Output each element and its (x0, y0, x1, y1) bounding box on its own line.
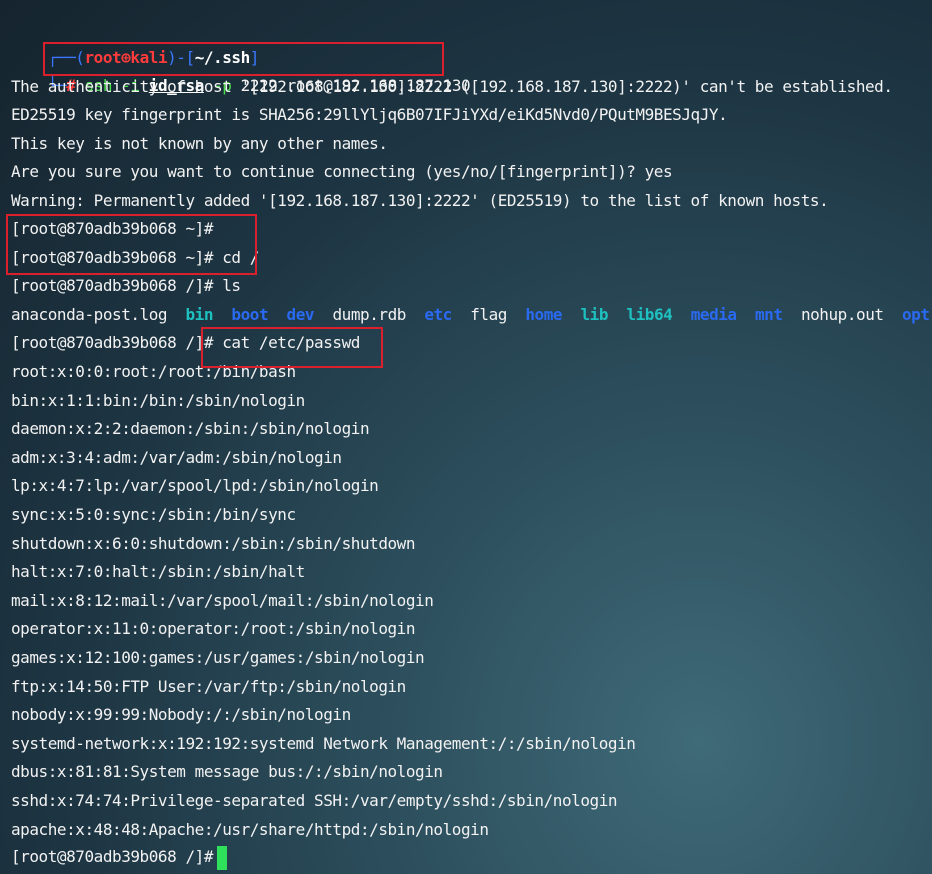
passwd-line: nobody:x:99:99:Nobody:/:/sbin/nologin (11, 705, 351, 725)
passwd-line: sshd:x:74:74:Privilege-separated SSH:/va… (11, 791, 618, 810)
passwd-line: bin:x:1:1:bin:/bin:/sbin/nologin (11, 390, 305, 410)
passwd-line: operator:x:11:0:operator:/root:/sbin/nol… (11, 619, 416, 639)
ssh-output-line: ED25519 key fingerprint is SHA256:29llYl… (11, 105, 728, 124)
ls-entry-dir: opt (901, 305, 930, 324)
passwd-line: dbus:x:81:81:System message bus:/:/sbin/… (11, 762, 443, 782)
passwd-line: games:x:12:100:games:/usr/games:/sbin/no… (11, 648, 425, 667)
kali-prompt-line: ┌──(root⊕kali)-[~/.ssh] (11, 16, 260, 67)
ls-entry-dir: home (525, 305, 563, 324)
ssh-output-line: Are you sure you want to continue connec… (11, 162, 673, 181)
ls-entry-file: flag (470, 305, 507, 324)
passwd-line: halt:x:7:0:halt:/sbin:/sbin/halt (11, 562, 305, 582)
highlight-box-ssh-command (43, 42, 444, 76)
ls-entry-link: lib (580, 305, 609, 324)
passwd-line: systemd-network:x:192:192:systemd Networ… (11, 733, 636, 753)
ls-entry-dir: mnt (755, 305, 783, 324)
terminal-cursor[interactable] (217, 846, 227, 870)
ssh-output-line: Warning: Permanently added '[192.168.187… (11, 191, 829, 210)
passwd-line: sync:x:5:0:sync:/sbin:/bin/sync (11, 505, 296, 524)
ls-entry-dir: etc (424, 305, 452, 324)
ssh-output-line: The authenticity of host '[192.168.187.1… (11, 77, 893, 96)
passwd-line: adm:x:3:4:adm:/var/adm:/sbin/nologin (11, 447, 342, 467)
passwd-line: ftp:x:14:50:FTP User:/var/ftp:/sbin/nolo… (11, 676, 406, 696)
passwd-line: lp:x:4:7:lp:/var/spool/lpd:/sbin/nologin (11, 476, 379, 496)
ls-output-line: anaconda-post.log bin boot dev dump.rdb … (11, 301, 930, 329)
ssh-output-line: This key is not known by any other names… (11, 134, 388, 153)
ls-entry-link: lib64 (626, 305, 673, 324)
ls-entry-file: nohup.out (800, 305, 884, 324)
remote-prompt-line: [root@870adb39b068 /]# ls (11, 276, 241, 295)
passwd-line: daemon:x:2:2:daemon:/sbin:/sbin/nologin (11, 419, 370, 439)
ls-entry-dir: media (690, 305, 737, 324)
passwd-line: shutdown:x:6:0:shutdown:/sbin:/sbin/shut… (11, 533, 416, 553)
terminal-window[interactable]: ┌──(root⊕kali)-[~/.ssh] └─# ssh -i id_rs… (0, 0, 932, 874)
highlight-box-remote-prompt (6, 214, 257, 275)
passwd-line: mail:x:8:12:mail:/var/spool/mail:/sbin/n… (11, 590, 434, 610)
remote-prompt-final: [root@870adb39b068 /]# (11, 847, 223, 866)
highlight-box-cat-command (201, 327, 383, 368)
ls-entry-file: anaconda-post.log (11, 305, 168, 324)
ls-entry-link: bin (185, 305, 214, 324)
ls-entry-dir: dev (286, 305, 315, 324)
ls-entry-dir: boot (231, 305, 269, 324)
ls-entry-file: dump.rdb (332, 305, 406, 324)
passwd-line: apache:x:48:48:Apache:/usr/share/httpd:/… (11, 819, 489, 839)
